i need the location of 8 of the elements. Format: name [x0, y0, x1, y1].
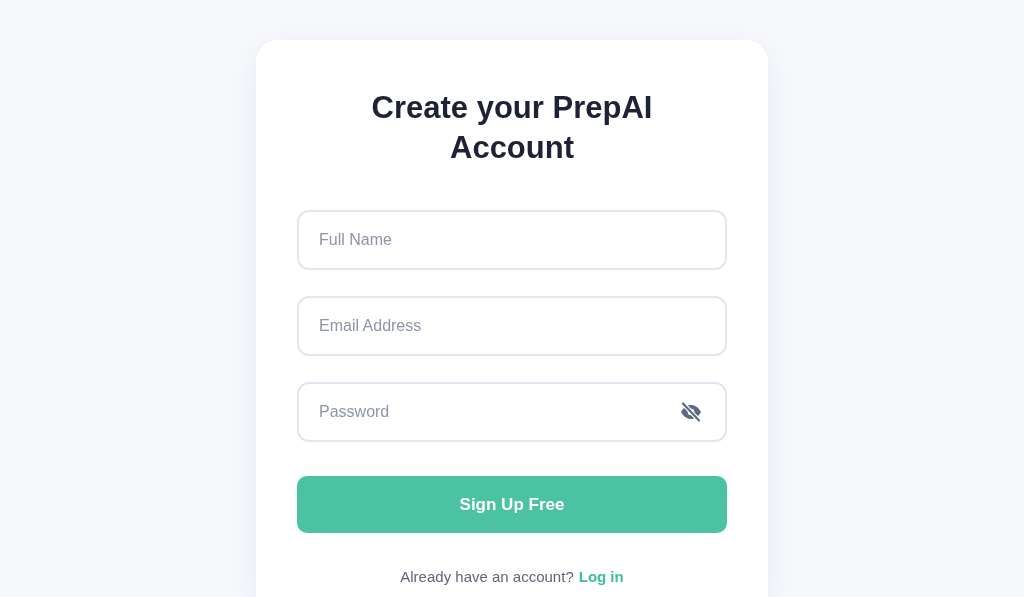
login-prompt-text: Already have an account?: [400, 568, 574, 585]
input-field[interactable]: Full Name: [297, 210, 727, 270]
eye-slash-icon[interactable]: [679, 400, 703, 424]
password-field[interactable]: Password: [297, 382, 727, 442]
login-link[interactable]: Log in: [578, 568, 624, 585]
input-field[interactable]: Email Address: [297, 296, 727, 356]
sign-up-button[interactable]: Sign Up Free: [297, 476, 727, 533]
form-title: Create your PrepAI Account: [370, 89, 654, 167]
